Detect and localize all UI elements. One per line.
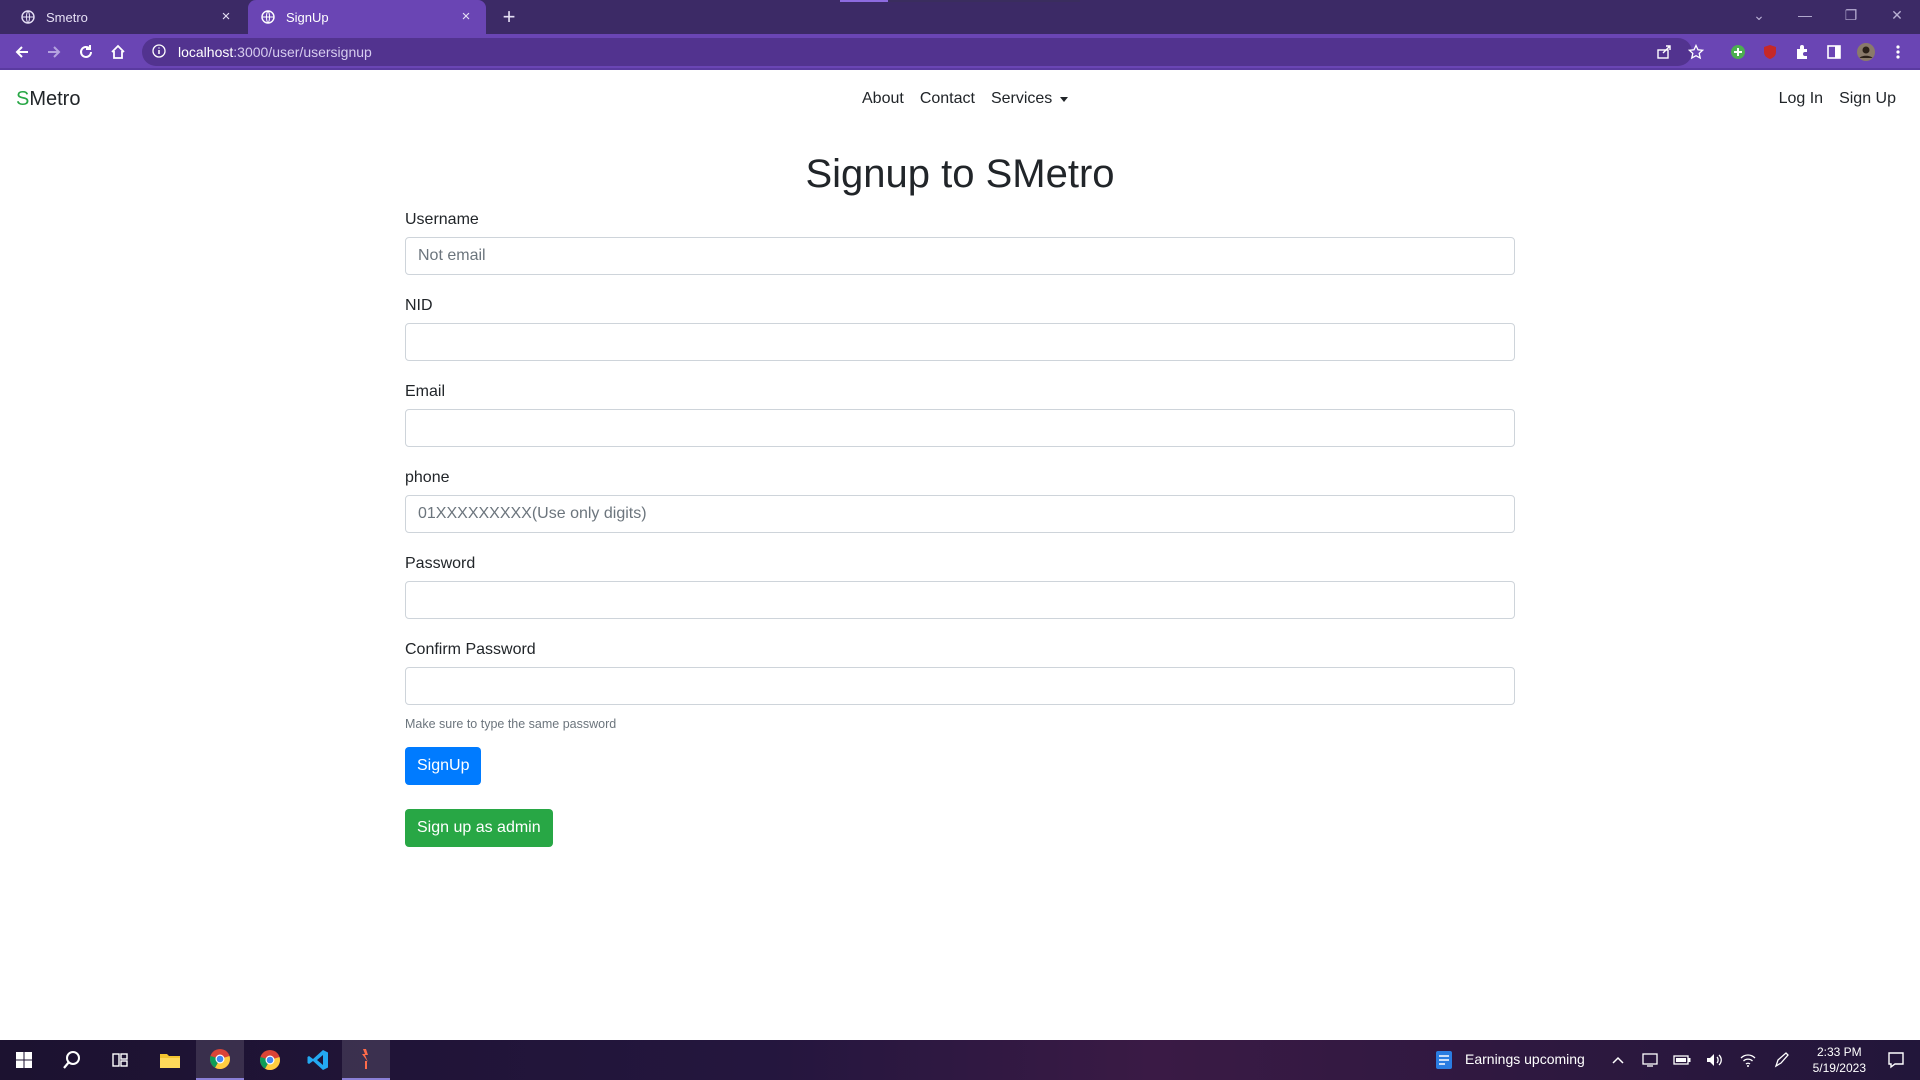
page-title: Signup to SMetro xyxy=(805,152,1115,196)
file-explorer-icon[interactable] xyxy=(146,1040,194,1080)
url-text: localhost:3000/user/usersignup xyxy=(178,44,372,60)
display-tray-icon[interactable] xyxy=(1638,1040,1662,1080)
confirm-password-group: Confirm Password xyxy=(405,640,1515,726)
tab-title: SignUp xyxy=(286,9,329,25)
nid-label: NID xyxy=(405,297,433,314)
signup-admin-button[interactable]: Sign up as admin xyxy=(405,809,553,847)
restore-icon[interactable]: ❐ xyxy=(1828,0,1874,30)
password-label: Password xyxy=(405,555,476,572)
phone-group: phone 01XXXXXXXXX(Use only digits) xyxy=(405,468,1515,554)
signup-form: Username Not email NID Email phone 01XXX… xyxy=(405,210,1515,847)
globe-icon xyxy=(260,9,276,25)
brand-letter: S xyxy=(16,88,30,110)
menu-kebab-icon[interactable] xyxy=(1888,42,1908,62)
username-input[interactable]: Not email xyxy=(405,237,1515,275)
username-group: Username Not email xyxy=(405,210,1515,296)
reload-icon[interactable] xyxy=(74,40,98,64)
signup-button[interactable]: SignUp xyxy=(405,747,482,785)
nav-services-dropdown[interactable]: Services xyxy=(990,90,1069,108)
email-group: Email xyxy=(405,382,1515,468)
window-close-icon[interactable]: ✕ xyxy=(1874,0,1920,30)
web-page: SMetro About Contact Services Log In Sig… xyxy=(0,72,1920,1039)
tab-search-icon[interactable]: ⌄ xyxy=(1736,0,1782,30)
vscode-taskbar-icon[interactable] xyxy=(294,1040,342,1080)
clock-date: 5/19/2023 xyxy=(1812,1061,1866,1075)
volume-icon[interactable] xyxy=(1702,1040,1726,1080)
tab-title: Smetro xyxy=(46,9,88,25)
main-nav: About Contact Services xyxy=(862,90,1069,108)
username-label: Username xyxy=(405,211,479,228)
nid-input[interactable] xyxy=(405,323,1515,361)
extensions-puzzle-icon[interactable] xyxy=(1792,42,1812,62)
email-input[interactable] xyxy=(405,409,1515,447)
password-input[interactable] xyxy=(405,581,1515,619)
tray-chevron-up-icon[interactable] xyxy=(1606,1040,1630,1080)
browser-toolbar: localhost:3000/user/usersignup xyxy=(0,34,1920,70)
news-widget-text[interactable]: Earnings upcoming xyxy=(1465,1051,1585,1067)
profile-avatar[interactable] xyxy=(1856,42,1876,62)
chrome-taskbar-icon[interactable] xyxy=(196,1040,244,1080)
nid-group: NID xyxy=(405,296,1515,382)
nav-about[interactable]: About xyxy=(862,90,904,108)
tab-smetro[interactable]: Smetro × xyxy=(8,0,246,34)
task-view-icon[interactable] xyxy=(96,1040,144,1080)
app-taskbar-icon[interactable] xyxy=(342,1040,390,1080)
tab-signup[interactable]: SignUp × xyxy=(248,0,486,34)
browser-tab-bar: Smetro × SignUp × + ⌄ — ❐ ✕ xyxy=(0,0,1920,34)
nav-contact[interactable]: Contact xyxy=(920,90,975,108)
email-label: Email xyxy=(405,383,446,400)
wifi-icon[interactable] xyxy=(1736,1040,1760,1080)
notification-center-icon[interactable] xyxy=(1872,1040,1920,1080)
brand-logo[interactable]: SMetro xyxy=(16,88,80,111)
url-host: localhost xyxy=(178,44,234,60)
close-icon[interactable]: × xyxy=(218,9,234,25)
windows-taskbar: Earnings upcoming 2:33 PM 5/19/2023 xyxy=(0,1040,1920,1080)
site-info-icon[interactable] xyxy=(152,44,168,60)
globe-icon xyxy=(20,9,36,25)
close-icon[interactable]: × xyxy=(458,9,474,25)
pen-icon[interactable] xyxy=(1770,1040,1794,1080)
clock-time: 2:33 PM xyxy=(1816,1045,1862,1059)
windows-start-icon[interactable] xyxy=(0,1040,48,1080)
brand-name: Metro xyxy=(29,88,81,110)
address-bar[interactable]: localhost:3000/user/usersignup xyxy=(142,38,1692,66)
confirm-password-label: Confirm Password xyxy=(405,641,536,658)
confirm-password-input[interactable] xyxy=(405,667,1515,705)
caret-down-icon xyxy=(1060,96,1069,102)
nav-login[interactable]: Log In xyxy=(1779,90,1823,108)
tab-strip-indicator xyxy=(840,0,1080,2)
forward-icon[interactable] xyxy=(42,40,66,64)
ublock-icon[interactable] xyxy=(1760,42,1780,62)
back-icon[interactable] xyxy=(10,40,34,64)
side-panel-icon[interactable] xyxy=(1824,42,1844,62)
url-path: :3000/user/usersignup xyxy=(233,44,372,60)
share-icon[interactable] xyxy=(1654,42,1674,62)
password-group: Password xyxy=(405,554,1515,640)
auth-nav: Log In Sign Up xyxy=(1779,90,1896,108)
phone-label: phone xyxy=(405,469,450,486)
news-weather-icon[interactable] xyxy=(1432,1040,1456,1080)
chrome-profile-taskbar-icon[interactable] xyxy=(246,1040,294,1080)
search-icon[interactable] xyxy=(48,1040,96,1080)
home-icon[interactable] xyxy=(106,40,130,64)
system-clock[interactable]: 2:33 PM 5/19/2023 xyxy=(1813,1044,1866,1076)
nav-services-label: Services xyxy=(990,90,1053,107)
extension-green-icon[interactable] xyxy=(1728,42,1748,62)
phone-input[interactable]: 01XXXXXXXXX(Use only digits) xyxy=(405,495,1515,533)
new-tab-button[interactable]: + xyxy=(496,5,522,29)
minimize-icon[interactable]: — xyxy=(1782,0,1828,30)
bookmark-star-icon[interactable] xyxy=(1686,42,1706,62)
nav-signup[interactable]: Sign Up xyxy=(1839,90,1896,108)
battery-icon[interactable] xyxy=(1670,1040,1694,1080)
